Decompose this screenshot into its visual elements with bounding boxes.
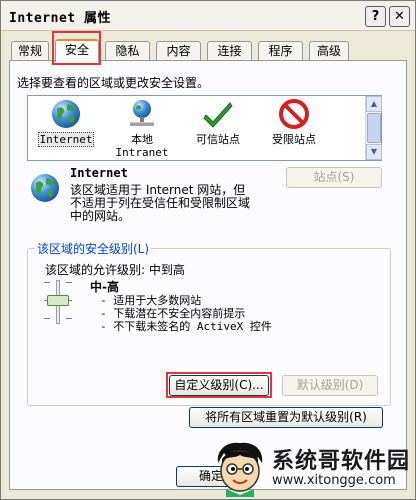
- watermark-url: www.xitongge.com: [272, 473, 396, 488]
- slider-tick-icon: [44, 318, 50, 319]
- zone-instruction: 选择要查看的区域或更改安全设置。: [17, 76, 210, 90]
- selected-zone-description: 该区域适用于 Internet 网站，但 不适用于列在受信任和受限制区域 中的网…: [70, 183, 251, 223]
- tab-advanced[interactable]: 高级: [309, 41, 349, 61]
- tab-connections[interactable]: 连接: [207, 41, 252, 61]
- site-watermark: 系统哥软件园 www.xitongge.com: [208, 437, 416, 500]
- slider-tick-icon: [66, 318, 72, 319]
- scroll-thumb[interactable]: [367, 113, 381, 143]
- zone-local-intranet[interactable]: 本地 Intranet: [104, 96, 180, 160]
- window-title: Internet 属性: [9, 11, 111, 26]
- tab-privacy[interactable]: 隐私: [105, 41, 150, 61]
- slider-tick-icon: [44, 282, 50, 283]
- tab-programs[interactable]: 程序: [258, 41, 303, 61]
- slider-tick-icon: [66, 282, 72, 283]
- zone-restricted-sites[interactable]: 受限站点: [256, 96, 332, 160]
- zone-local-intranet-label: 本地 Intranet: [115, 133, 169, 159]
- watermark-text: 系统哥软件园: [272, 449, 411, 474]
- mascot-logo-icon: [217, 442, 263, 497]
- tab-content[interactable]: 内容: [156, 41, 201, 61]
- security-tab-highlight: [52, 31, 101, 65]
- zone-trusted-sites-label: 可信站点: [196, 133, 240, 146]
- selected-zone-name: Internet: [70, 166, 128, 180]
- custom-level-highlight: [166, 372, 272, 398]
- globe-icon: [52, 100, 80, 128]
- sites-button[interactable]: 站点(S): [286, 167, 382, 188]
- level-detail-item: - 下载潜在不安全内容前提示: [100, 307, 246, 320]
- slider-thumb[interactable]: [47, 295, 69, 306]
- default-level-button[interactable]: 默认级别(D): [282, 375, 378, 396]
- security-level-name: 中-高: [90, 280, 119, 294]
- selected-zone-globe-icon: [31, 174, 59, 202]
- security-level-group-title: 该区域的安全级别(L): [35, 240, 152, 257]
- zone-list: Internet 本地 Intranet 可信站点 受限站点 ▲ ▼: [27, 95, 382, 161]
- zone-restricted-sites-label: 受限站点: [272, 133, 316, 146]
- level-detail-item: - 适用于大多数网站: [100, 294, 202, 307]
- scroll-down-icon[interactable]: ▼: [366, 144, 382, 160]
- zone-trusted-sites[interactable]: 可信站点: [180, 96, 256, 160]
- close-button[interactable]: ✕: [389, 6, 410, 27]
- allowed-levels-text: 该区域的允许级别: 中到高: [45, 263, 185, 277]
- title-bar: Internet 属性 ? ✕: [1, 1, 415, 31]
- zone-list-scrollbar[interactable]: ▲ ▼: [365, 96, 382, 160]
- zone-internet-label: Internet: [37, 132, 95, 147]
- restricted-icon: [279, 99, 309, 129]
- help-button[interactable]: ?: [365, 6, 386, 27]
- zone-internet[interactable]: Internet: [28, 96, 104, 160]
- reset-all-zones-button[interactable]: 将所有区域重置为默认级别(R): [189, 407, 383, 428]
- scroll-up-icon[interactable]: ▲: [366, 96, 382, 112]
- checkmark-icon: [203, 102, 233, 128]
- level-detail-item: - 不下载未签名的 ActiveX 控件: [100, 320, 272, 333]
- security-level-details: - 适用于大多数网站 - 下载潜在不安全内容前提示 - 不下载未签名的 Acti…: [100, 294, 272, 333]
- intranet-icon: [130, 100, 154, 126]
- tab-general[interactable]: 常规: [11, 41, 49, 61]
